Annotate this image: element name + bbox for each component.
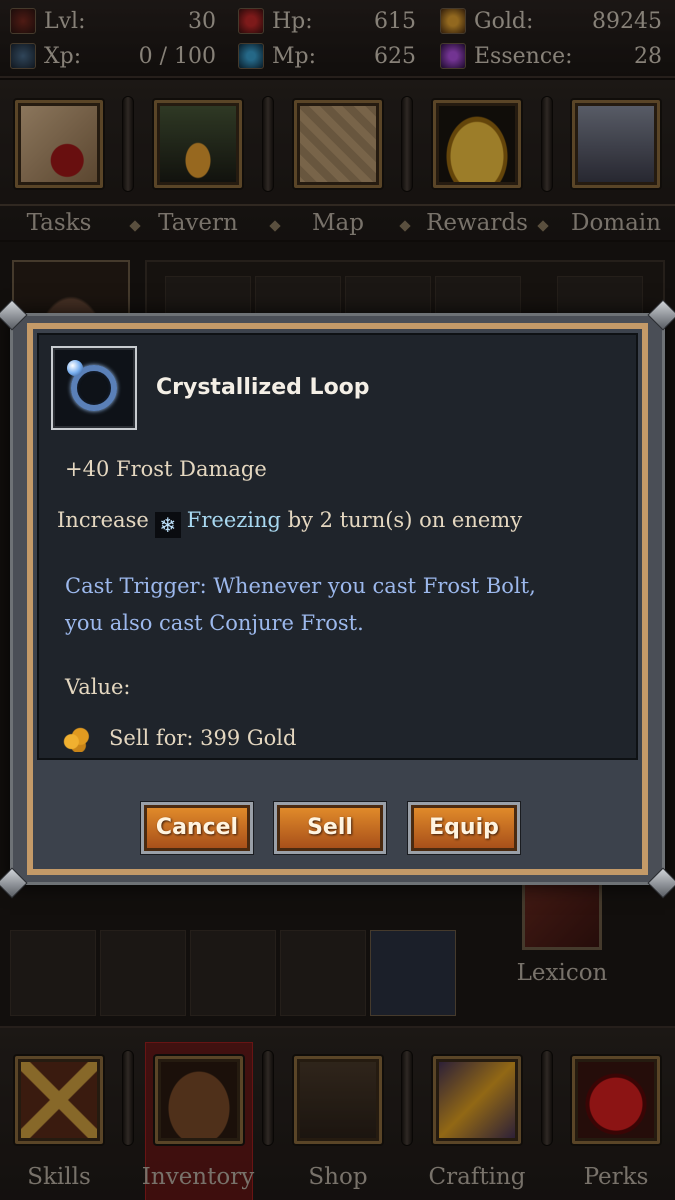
gold-coins-icon	[63, 726, 91, 752]
cast-trigger-line1: Cast Trigger: Whenever you cast Frost Bo…	[65, 574, 536, 598]
equip-button[interactable]: Equip	[408, 802, 520, 854]
sell-button-label: Sell	[277, 805, 383, 851]
ring-gem	[67, 360, 83, 376]
item-name: Crystallized Loop	[156, 375, 370, 400]
cast-trigger-line2: you also cast Conjure Frost.	[65, 611, 364, 635]
effect-prefix: Increase	[57, 508, 149, 532]
value-label: Value:	[65, 675, 131, 699]
ring-icon	[51, 346, 137, 430]
item-detail-modal: Crystallized Loop +40 Frost Damage Incre…	[0, 299, 675, 899]
snowflake-icon: ❄	[154, 512, 181, 538]
item-stat: +40 Frost Damage	[65, 457, 267, 481]
effect-keyword: Freezing	[186, 508, 281, 532]
sell-button[interactable]: Sell	[274, 802, 386, 854]
equip-button-label: Equip	[411, 805, 517, 851]
modal-frame: Crystallized Loop +40 Frost Damage Incre…	[27, 323, 648, 875]
item-info-panel: Crystallized Loop +40 Frost Damage Incre…	[37, 333, 638, 760]
cancel-button-label: Cancel	[144, 805, 250, 851]
sell-price: Sell for: 399 Gold	[109, 726, 297, 750]
item-effect: Increase ❄ Freezing by 2 turn(s) on enemy	[57, 508, 522, 538]
cancel-button[interactable]: Cancel	[141, 802, 253, 854]
effect-suffix: by 2 turn(s) on enemy	[287, 508, 523, 532]
